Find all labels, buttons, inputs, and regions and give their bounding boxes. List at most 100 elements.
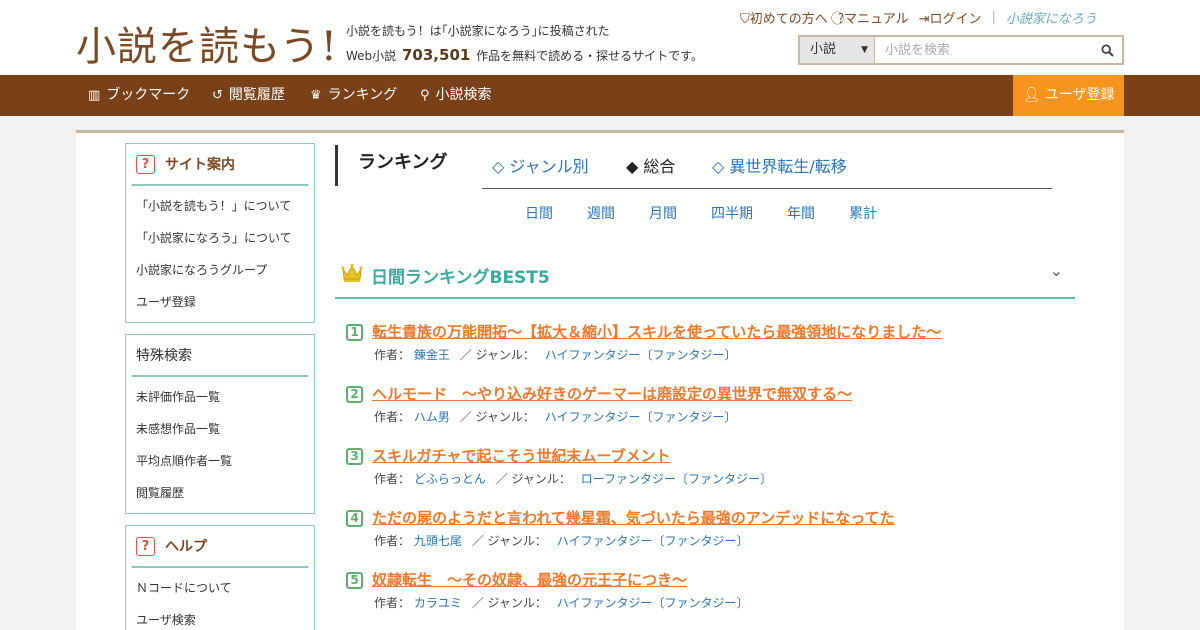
help-item[interactable]: ユーザ検索 (136, 604, 314, 630)
manual-link[interactable]: ?⃝マニュアル (838, 8, 909, 27)
site-logo[interactable]: 小説を読もう! (76, 14, 338, 72)
special-search-item[interactable]: 平均点順作者一覧 (136, 445, 314, 477)
narou-brand-link[interactable]: 小説家になろう (1006, 8, 1097, 27)
author-label: 作者： (374, 410, 411, 424)
site-guide-item[interactable]: 「小説を読もう！」について (136, 190, 314, 222)
separator: | (991, 10, 996, 25)
genre-link[interactable]: ハイファンタジー〔ファンタジー〕 (545, 410, 737, 424)
nav-ranking-label: ランキング (327, 87, 398, 103)
genre-label: ／ ジャンル： (471, 596, 547, 610)
special-search-item[interactable]: 未感想作品一覧 (136, 413, 314, 445)
author-link[interactable]: 九頭七尾 (414, 534, 462, 548)
novel-title-link[interactable]: ヘルモード ～やり込み好きのゲーマーは廃設定の異世界で無双する～ (372, 383, 852, 404)
site-guide-title: サイト案内 (165, 157, 235, 173)
author-link[interactable]: ハム男 (414, 410, 450, 424)
chevron-down-icon[interactable]: ⌄ (1050, 261, 1063, 280)
search-button[interactable] (1092, 37, 1122, 63)
period-quarterly[interactable]: 四半期 (711, 203, 753, 223)
period-weekly[interactable]: 週間 (587, 203, 615, 223)
novel-meta: 作者： ハム男 ／ ジャンル： ハイファンタジー〔ファンタジー〕 (374, 408, 737, 425)
rank-number-badge: 5 (346, 572, 363, 589)
nav-search[interactable]: ⚲ 小説検索 (420, 75, 492, 116)
caret-down-icon: ▼ (861, 45, 868, 55)
register-button[interactable]: 👤︎ ユーザ登録 (1013, 75, 1124, 116)
period-total[interactable]: 累計 (849, 203, 877, 223)
nav-search-label: 小説検索 (435, 87, 492, 103)
user-icon: 👤︎ (1022, 87, 1045, 103)
best5-header[interactable]: 日間ランキングBEST5 ⌄ (335, 257, 1075, 299)
tab-genre[interactable]: ◇ ジャンル別 (492, 153, 589, 177)
tagline-suffix: 作品を無料で読める・探せるサイトです。 (476, 49, 703, 63)
main-nav: ▥ ブックマーク ↺ 閲覧履歴 ♛ ランキング ⚲ 小説検索 👤︎ ユーザ登録 (0, 75, 1200, 116)
site-guide-item[interactable]: 「小説家になろう」について (136, 222, 314, 254)
author-label: 作者： (374, 472, 411, 486)
history-icon: ↺ (212, 88, 223, 103)
register-button-label: ユーザ登録 (1044, 87, 1115, 103)
top-links: ⛉初めての方へ ?⃝マニュアル ⇥ログイン | 小説家になろう (740, 8, 1097, 27)
tab-isekai[interactable]: ◇ 異世界転生/転移 (712, 153, 847, 177)
special-search-header: 特殊検索 (132, 335, 308, 377)
genre-link[interactable]: ローファンタジー〔ファンタジー〕 (581, 472, 772, 486)
author-link[interactable]: 錬金王 (414, 348, 450, 362)
nav-history-label: 閲覧履歴 (228, 87, 285, 103)
period-yearly[interactable]: 年間 (787, 203, 815, 223)
search-icon (1100, 43, 1114, 57)
search-category-select[interactable]: 小説 ▼ (800, 37, 875, 63)
novel-title-link[interactable]: ただの屍のようだと言われて幾星霜、気づいたら最強のアンデッドになってた (372, 507, 894, 528)
genre-label: ／ ジャンル： (471, 534, 547, 548)
crown-icon: ♛ (310, 88, 322, 103)
novel-title-link[interactable]: 転生貴族の万能開拓～【拡大＆縮小】スキルを使っていたら最強領地になりました～ (372, 321, 941, 342)
tab-overall[interactable]: ◆ 総合 (626, 153, 675, 177)
site-tagline: 小説を読もう！は｢小説家になろう｣に投稿された Web小説 703,501 作品… (346, 19, 703, 68)
novel-meta: 作者： どふらっとん ／ ジャンル： ローファンタジー〔ファンタジー〕 (374, 470, 772, 487)
search-input[interactable] (875, 37, 1092, 63)
books-icon: ▥ (88, 88, 101, 103)
beginner-link-label: 初めての方へ (749, 12, 828, 27)
author-link[interactable]: どふらっとん (414, 472, 486, 486)
question-icon: ? (136, 536, 155, 556)
sidebar-site-guide: ? サイト案内 「小説を読もう！」について 「小説家になろう」について 小説家に… (125, 143, 315, 323)
login-link-label: ログイン (929, 12, 982, 27)
genre-link[interactable]: ハイファンタジー〔ファンタジー〕 (557, 596, 749, 610)
main-container: ? サイト案内 「小説を読もう！」について 「小説家になろう」について 小説家に… (76, 130, 1124, 630)
search-category-value: 小説 (810, 42, 837, 57)
tagline-prefix: Web小説 (346, 49, 397, 63)
genre-label: ／ ジャンル： (495, 472, 571, 486)
period-daily[interactable]: 日間 (525, 203, 553, 223)
author-label: 作者： (374, 534, 411, 548)
nav-bookmark-label: ブックマーク (106, 87, 191, 103)
author-label: 作者： (374, 348, 411, 362)
nav-history[interactable]: ↺ 閲覧履歴 (212, 75, 285, 116)
tagline-line1: 小説を読もう！は｢小説家になろう｣に投稿された (346, 24, 610, 38)
genre-label: ／ ジャンル： (459, 410, 535, 424)
nav-ranking[interactable]: ♛ ランキング (310, 75, 397, 116)
best5-title: 日間ランキングBEST5 (371, 268, 550, 288)
period-monthly[interactable]: 月間 (649, 203, 677, 223)
site-guide-list: 「小説を読もう！」について 「小説家になろう」について 小説家になろうグループ … (126, 186, 314, 324)
author-link[interactable]: カラユミ (414, 596, 462, 610)
site-guide-item[interactable]: 小説家になろうグループ (136, 254, 314, 286)
manual-link-label: マニュアル (843, 12, 909, 27)
login-link[interactable]: ⇥ログイン (919, 8, 982, 27)
tagline-line2: Web小説 703,501 作品を無料で読める・探せるサイトです。 (346, 43, 703, 68)
help-list: Ｎコードについて ユーザ検索 (126, 568, 314, 630)
site-guide-item[interactable]: ユーザ登録 (136, 286, 314, 318)
beginner-link[interactable]: ⛉初めての方へ (740, 8, 828, 27)
rank-number-badge: 1 (346, 324, 363, 341)
special-search-item[interactable]: 未評価作品一覧 (136, 381, 314, 413)
special-search-item[interactable]: 閲覧履歴 (136, 477, 314, 509)
ranking-title: ランキング (335, 145, 447, 186)
special-search-list: 未評価作品一覧 未感想作品一覧 平均点順作者一覧 閲覧履歴 (126, 377, 314, 515)
novel-title-link[interactable]: スキルガチャで起こそう世紀末ムーブメント (372, 445, 671, 466)
rank-number-badge: 3 (346, 448, 363, 465)
novel-title-link[interactable]: 奴隷転生 ～その奴隷、最強の元王子につき～ (372, 569, 687, 590)
rank-number-badge: 4 (346, 510, 363, 527)
genre-link[interactable]: ハイファンタジー〔ファンタジー〕 (545, 348, 737, 362)
genre-link[interactable]: ハイファンタジー〔ファンタジー〕 (557, 534, 749, 548)
crown-icon (341, 263, 363, 282)
nav-bookmark[interactable]: ▥ ブックマーク (88, 75, 190, 116)
sidebar-help: ? ヘルプ Ｎコードについて ユーザ検索 (125, 525, 315, 630)
search-box: 小説 ▼ (798, 35, 1124, 65)
novel-meta: 作者： 九頭七尾 ／ ジャンル： ハイファンタジー〔ファンタジー〕 (374, 532, 749, 549)
help-item[interactable]: Ｎコードについて (136, 572, 314, 604)
